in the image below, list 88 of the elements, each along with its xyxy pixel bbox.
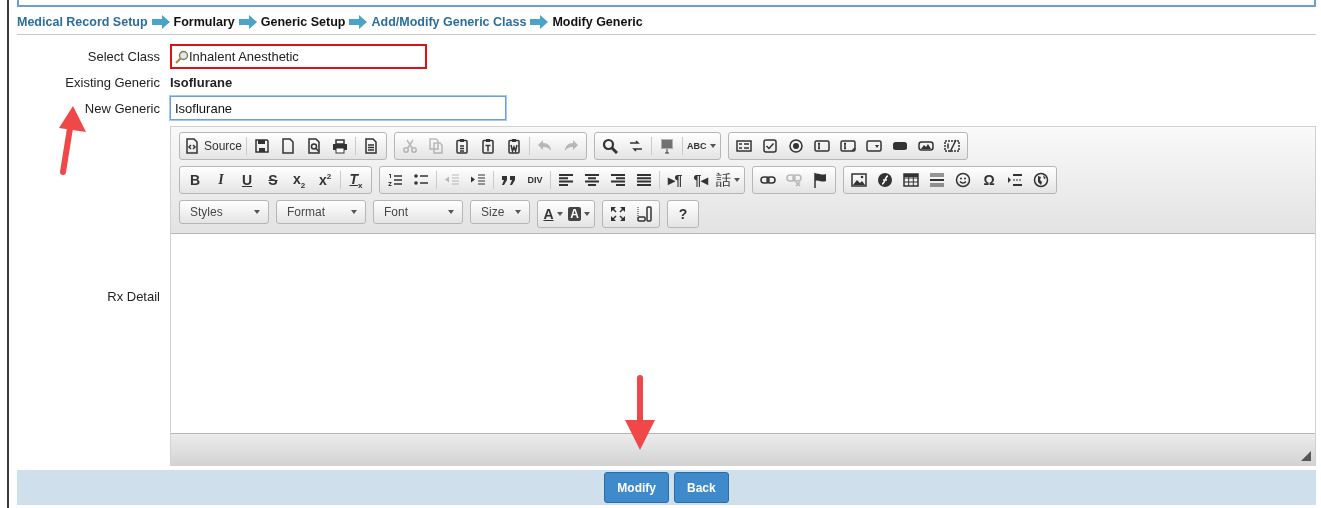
toolbar-button[interactable]: A	[540, 204, 566, 224]
toolbar-button[interactable]: ABC	[685, 136, 718, 156]
smiley-icon	[955, 172, 971, 188]
clipboard-icon	[454, 138, 471, 154]
action-button[interactable]: Back	[674, 472, 729, 503]
toolbar-button[interactable]: I	[208, 170, 234, 190]
field-label: Rx Detail	[106, 288, 160, 304]
class-lookup-field[interactable]: Inhalent Anesthetic	[170, 44, 427, 69]
caret-icon	[254, 210, 260, 214]
arrow-icon	[348, 14, 369, 29]
toolbar-button[interactable]: ▸¶	[662, 170, 688, 190]
align-left-icon	[558, 172, 574, 188]
printer-icon	[332, 138, 349, 154]
align-right-icon	[610, 172, 626, 188]
caret-icon	[583, 212, 590, 216]
page-break-icon	[1007, 172, 1023, 188]
field-label: Select Class	[86, 49, 160, 64]
flag-icon	[812, 172, 828, 188]
dropdown-icon	[865, 138, 882, 154]
globe-icon	[1033, 172, 1049, 188]
bullet-list-icon	[413, 172, 429, 188]
align-center-icon	[584, 172, 600, 188]
magnifier-icon	[175, 49, 189, 64]
broken-link-icon	[786, 172, 802, 188]
field-label: New Generic	[83, 100, 160, 116]
breadcrumb-item: Modify Generic	[552, 14, 643, 29]
numbered-list-icon	[387, 172, 403, 188]
input-field[interactable]: Isoflurane	[170, 96, 506, 120]
flash-icon	[877, 172, 893, 188]
image-button-icon	[917, 138, 934, 154]
two-pages-icon	[428, 138, 445, 154]
form-icon	[735, 138, 752, 154]
blank-page-icon	[280, 138, 297, 154]
text-field-icon	[813, 138, 830, 154]
radio-icon	[787, 138, 804, 154]
field-value: Isoflurane	[170, 75, 234, 90]
caret-icon	[448, 210, 454, 214]
arrow-icon	[529, 14, 550, 29]
clipboard-icon	[480, 138, 497, 154]
breadcrumb-item: Formulary	[173, 14, 235, 29]
breadcrumb-link[interactable]: Add/Modify Generic Class	[371, 14, 527, 29]
caret-icon	[709, 144, 716, 148]
arrow-icon	[237, 14, 258, 29]
document-code-icon	[184, 138, 200, 154]
clipboard-icon	[506, 138, 523, 154]
toolbar-button[interactable]: T$_{x}$	[343, 170, 369, 190]
search-icon	[602, 138, 619, 154]
toolbar-button[interactable]: B	[182, 170, 208, 190]
caret-icon	[556, 212, 563, 216]
toolbar-button[interactable]: U	[234, 170, 260, 190]
dropdown[interactable]: Styles	[179, 200, 269, 224]
checkbox-icon	[761, 138, 778, 154]
hidden-field-icon	[943, 138, 960, 154]
text-area-icon	[839, 138, 856, 154]
breadcrumb-link[interactable]: Medical Record Setup	[17, 14, 148, 29]
dropdown[interactable]: Size	[470, 200, 530, 224]
toolbar-button[interactable]: ¶◂	[688, 170, 714, 190]
toolbar-button[interactable]: ?	[670, 204, 696, 224]
table-icon	[903, 172, 919, 188]
document-lines-icon	[363, 138, 380, 154]
caret-icon	[351, 210, 357, 214]
toolbar-button[interactable]: x$_{2}$	[286, 170, 312, 190]
horizontal-rule-icon	[929, 172, 945, 188]
toolbar-button[interactable]: DIV	[522, 170, 548, 190]
resize-handle-icon[interactable]	[1301, 451, 1311, 461]
dropdown[interactable]: Font	[373, 200, 463, 224]
arrow-icon	[150, 14, 171, 29]
scissors-icon	[402, 138, 419, 154]
action-button[interactable]: Modify	[604, 472, 669, 503]
caret-icon	[734, 178, 740, 182]
dropdown[interactable]: Format	[276, 200, 366, 224]
page-magnifier-icon	[306, 138, 323, 154]
show-blocks-icon	[636, 206, 652, 222]
toolbar-button[interactable]: x$^{2}$	[312, 170, 338, 190]
justify-icon	[636, 172, 652, 188]
swap-arrows-icon	[628, 138, 645, 154]
expand-arrows-icon	[610, 206, 626, 222]
toolbar-button[interactable]: 話	[714, 170, 742, 190]
toolbar-button[interactable]: Source	[182, 136, 245, 156]
field-label: Existing Generic	[64, 75, 160, 90]
caret-icon	[515, 210, 521, 214]
image-icon	[851, 172, 867, 188]
outdent-icon	[444, 172, 460, 188]
toolbar-button[interactable]: S	[260, 170, 286, 190]
breadcrumb-item: Generic Setup	[260, 14, 346, 29]
indent-icon	[470, 172, 486, 188]
toolbar-button[interactable]: A	[566, 204, 592, 224]
toolbar-button[interactable]: Ω	[976, 170, 1002, 190]
